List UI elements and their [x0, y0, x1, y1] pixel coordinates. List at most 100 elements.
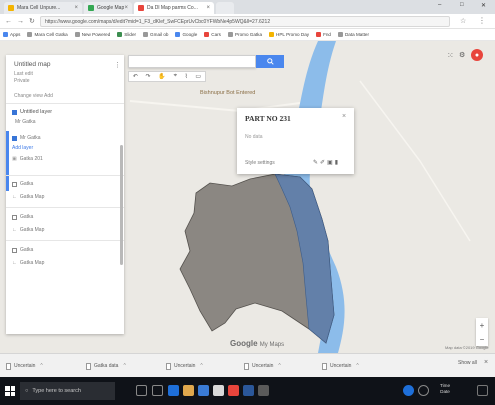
word-icon[interactable]	[243, 385, 254, 396]
google-logo-text: Google	[230, 339, 258, 348]
layer-row[interactable]: ∟ Gatka Map	[12, 227, 118, 233]
ruler-icon[interactable]: ▭	[195, 73, 201, 80]
chrome-icon[interactable]	[228, 385, 239, 396]
google-icon	[175, 32, 181, 37]
layer-row[interactable]: ∟ Gatka Map	[12, 260, 118, 266]
file-icon	[244, 362, 249, 370]
edit-icon[interactable]: ✐	[320, 160, 327, 166]
layer-header[interactable]: Untitled layer	[12, 109, 118, 115]
browser-tab-active[interactable]: Da Dl Map parms Co... ×	[134, 2, 214, 14]
minimize-icon[interactable]: –	[438, 2, 441, 8]
photo-icon[interactable]: ▣	[327, 160, 335, 166]
edge-icon[interactable]	[168, 385, 179, 396]
show-all-downloads[interactable]: Show all	[458, 360, 477, 366]
chevron-up-icon[interactable]: ^	[40, 363, 42, 369]
browser-menu-icon[interactable]: ⋮	[478, 16, 486, 25]
hand-icon[interactable]: ✋	[158, 73, 165, 80]
tab-close-icon[interactable]: ×	[206, 5, 210, 11]
account-avatar[interactable]: ●	[471, 49, 483, 61]
undo-icon[interactable]: ↶	[133, 73, 138, 80]
bookmark-star-icon[interactable]: ☆	[460, 17, 466, 25]
apps-grid-icon[interactable]: ⁙	[447, 51, 454, 60]
store-icon[interactable]	[198, 385, 209, 396]
notifications-icon[interactable]	[477, 385, 488, 396]
bookmark-item[interactable]: Gmail ob	[143, 32, 168, 37]
chevron-up-icon[interactable]: ^	[356, 363, 358, 369]
close-downloads-icon[interactable]: ×	[484, 359, 488, 366]
bookmark-item[interactable]: Promo Gatka	[227, 32, 262, 37]
task-view-icon[interactable]	[152, 385, 163, 396]
app-icon[interactable]	[258, 385, 269, 396]
taskbar-search[interactable]: ○ Type here to search	[20, 382, 115, 400]
browser-tab[interactable]: Mara Cell Unpure... ×	[4, 2, 82, 14]
bookmark-item[interactable]: Google	[175, 32, 197, 37]
map-canvas[interactable]: ↶ ↷ ✋ ⌖ ⌇ ▭ ⁙ ⚙ ● Bishnupur Bot Entered …	[0, 41, 495, 353]
layer-checkbox[interactable]	[12, 214, 17, 220]
download-item[interactable]: Uncertain ^	[244, 360, 281, 372]
search-button[interactable]	[256, 55, 284, 68]
polygon-icon: ▣	[12, 156, 17, 162]
chevron-up-icon[interactable]: ^	[123, 363, 125, 369]
delete-icon[interactable]: ▮	[335, 160, 340, 166]
layer-row[interactable]: Mr Gatka	[12, 119, 118, 125]
browser-tab[interactable]: Google Map ×	[84, 2, 132, 14]
feature-row[interactable]: ▣ Gatka 201	[12, 156, 118, 162]
panel-menu-icon[interactable]: ⋮	[114, 61, 121, 69]
chevron-up-icon[interactable]: ^	[278, 363, 280, 369]
bookmark-item[interactable]: HPL Promo Day	[269, 32, 309, 37]
layer-checkbox[interactable]	[12, 181, 17, 187]
maximize-icon[interactable]: □	[460, 2, 464, 8]
forward-icon[interactable]: →	[17, 18, 24, 25]
panel-scrollbar[interactable]	[120, 145, 123, 265]
style-link[interactable]: Style settings	[245, 160, 275, 166]
tab-close-icon[interactable]: ×	[74, 5, 78, 11]
panel-actions[interactable]: Change view Add	[14, 93, 53, 99]
bookmark-label: Slider	[124, 32, 137, 37]
layer-row[interactable]: Gatka	[12, 181, 118, 187]
bookmark-item[interactable]: Slider	[117, 32, 136, 37]
download-item[interactable]: Uncertain ^	[322, 360, 359, 372]
url-field[interactable]: https://www.google.com/maps/d/edit?mid=1…	[40, 16, 450, 27]
bookmark-item[interactable]: Cars	[204, 32, 221, 37]
reload-icon[interactable]: ↻	[29, 17, 35, 25]
add-layer-link[interactable]: Add layer	[12, 145, 118, 151]
paint-icon[interactable]: ✎	[313, 160, 320, 166]
folder-icon[interactable]	[183, 385, 194, 396]
layer-checkbox[interactable]	[12, 135, 17, 141]
redo-icon[interactable]: ↷	[146, 73, 151, 80]
map-title[interactable]: Untitled map	[14, 61, 51, 68]
bookmark-item[interactable]: New Powered	[74, 32, 110, 37]
bookmark-item[interactable]: Mara Cell Gatka	[27, 32, 68, 37]
layer-checkbox[interactable]	[12, 247, 17, 253]
tab-close-icon[interactable]: ×	[124, 5, 128, 11]
windows-start-icon[interactable]	[5, 386, 15, 396]
download-item[interactable]: Uncertain ^	[166, 360, 203, 372]
layer-row[interactable]: ∟ Gatka Map	[12, 194, 118, 200]
bookmark-item[interactable]: Fnd	[316, 32, 331, 37]
download-item[interactable]: Gatka data ^	[86, 360, 126, 372]
layer-checkbox[interactable]	[12, 109, 17, 115]
close-window-icon[interactable]: ✕	[481, 2, 486, 9]
volume-icon[interactable]	[418, 385, 429, 396]
layer-row[interactable]: Gatka	[12, 214, 118, 220]
bookmark-item[interactable]: Data Matter	[337, 32, 369, 37]
zoom-out-button[interactable]: −	[480, 335, 485, 344]
close-icon[interactable]: ×	[342, 113, 346, 120]
clock[interactable]: Time Date	[440, 383, 450, 395]
new-tab-button[interactable]	[216, 2, 234, 14]
settings-icon[interactable]: ⚙	[459, 51, 465, 59]
layer-row-selected[interactable]: Mr Gatka	[12, 135, 118, 141]
zoom-in-button[interactable]: +	[480, 321, 485, 330]
layer-row[interactable]: Gatka	[12, 247, 118, 253]
download-item[interactable]: Uncertain ^	[6, 360, 43, 372]
row-label: Add layer	[12, 145, 34, 151]
bookmark-item[interactable]: Apps	[3, 32, 20, 37]
network-icon[interactable]	[403, 385, 414, 396]
map-search-input[interactable]	[128, 55, 256, 68]
back-icon[interactable]: ←	[5, 18, 12, 25]
chevron-up-icon[interactable]: ^	[200, 363, 202, 369]
marker-icon[interactable]: ⌖	[174, 73, 177, 80]
mic-icon[interactable]	[136, 385, 147, 396]
line-icon[interactable]: ⌇	[185, 73, 188, 80]
mail-icon[interactable]	[213, 385, 224, 396]
